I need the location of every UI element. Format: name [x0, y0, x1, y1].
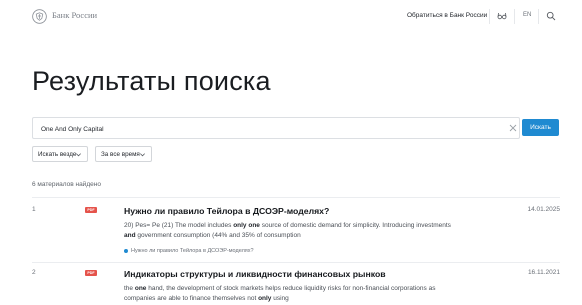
period-filter-value: За все время: [101, 150, 140, 158]
snippet-highlight: only one: [233, 222, 260, 229]
chevron-down-icon: [140, 153, 145, 157]
site-header: Банк России Обратиться в Банк России EN: [0, 0, 582, 33]
result-snippet: the one hand, the development of stock m…: [124, 284, 454, 303]
result-date: 16.11.2021: [527, 269, 560, 276]
result-snippet: 20) Pes= Pe (21) The model includes only…: [124, 221, 454, 240]
header-divider: [538, 9, 539, 24]
pdf-badge-icon: PDF: [85, 207, 97, 213]
pdf-badge-icon: PDF: [85, 270, 97, 276]
source-dot-icon: [124, 249, 128, 253]
search-icon[interactable]: [546, 11, 556, 21]
snippet-text: government consumption (44% and 35% of c…: [135, 231, 301, 239]
result-number: 2: [32, 269, 36, 276]
snippet-text: source of domestic demand for simplicity…: [259, 222, 451, 229]
scope-filter-value: Искать везде: [38, 150, 77, 158]
result-source-link[interactable]: Нужно ли правило Тейлора в ДСОЭР-моделях…: [124, 248, 254, 254]
accessibility-glasses-icon[interactable]: [497, 11, 507, 21]
scope-filter-select[interactable]: Искать везде: [32, 146, 88, 162]
brand-name[interactable]: Банк России: [52, 10, 97, 20]
result-divider: [32, 262, 560, 263]
result-title-link[interactable]: Нужно ли правило Тейлора в ДСОЭР-моделях…: [124, 206, 329, 216]
period-filter-select[interactable]: За все время: [95, 146, 152, 162]
result-number: 1: [32, 206, 36, 213]
clear-icon[interactable]: [508, 123, 518, 133]
header-divider: [489, 9, 490, 24]
appeal-link[interactable]: Обратиться в Банк России: [407, 12, 487, 19]
snippet-highlight: and: [124, 231, 136, 239]
result-source-label: Нужно ли правило Тейлора в ДСОЭР-моделях…: [131, 248, 254, 254]
snippet-text: the: [124, 285, 135, 292]
result-divider: [32, 197, 560, 198]
language-switch[interactable]: EN: [523, 12, 531, 18]
snippet-highlight: only: [258, 294, 272, 302]
result-date: 14.01.2025: [527, 206, 560, 213]
page-title: Результаты поиска: [32, 66, 271, 96]
snippet-text: using: [271, 294, 289, 302]
header-divider: [514, 9, 515, 24]
snippet-highlight: one: [134, 285, 147, 292]
result-title-link[interactable]: Индикаторы структуры и ликвидности финан…: [124, 269, 386, 279]
search-field[interactable]: [32, 117, 520, 139]
bank-logo-icon[interactable]: [32, 9, 47, 24]
chevron-down-icon: [76, 153, 81, 157]
snippet-text: 20) Pes= Pe (21) The model includes: [124, 222, 234, 229]
search-input[interactable]: [41, 123, 481, 135]
search-button[interactable]: Искать: [522, 119, 559, 136]
results-count: 6 материалов найдено: [32, 181, 101, 188]
